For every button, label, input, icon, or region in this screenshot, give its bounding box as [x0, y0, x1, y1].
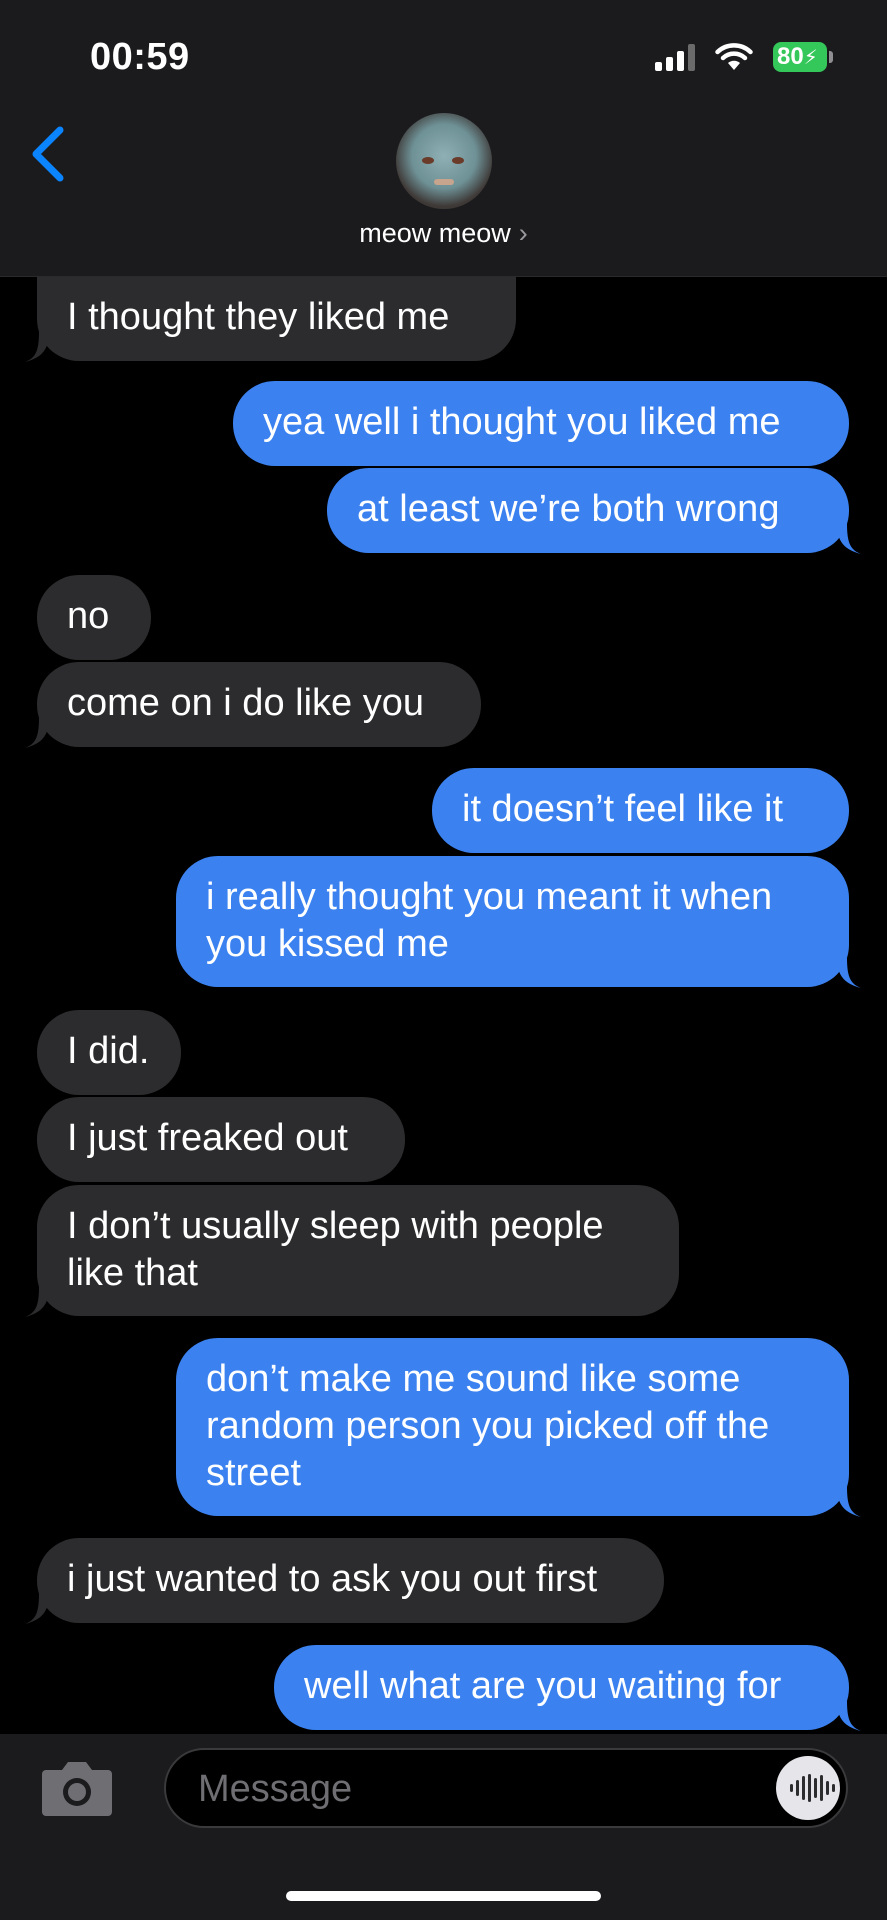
message-thread[interactable]: I thought they liked me yea well i thoug… — [0, 276, 887, 1734]
incoming-message[interactable]: I thought they liked me — [25, 276, 516, 362]
message-text: I don’t usually sleep with people like t… — [67, 1205, 604, 1294]
chevron-right-icon: › — [518, 218, 528, 248]
message-text: come on i do like you — [67, 682, 424, 724]
outgoing-message[interactable]: don’t make me sound like some random per… — [176, 1338, 861, 1517]
message-text: don’t make me sound like some random per… — [206, 1358, 770, 1494]
outgoing-message[interactable]: it doesn’t feel like it — [432, 768, 849, 853]
message-text: no — [67, 595, 110, 637]
message-text: I thought they liked me — [67, 296, 450, 338]
battery-level: 80 — [777, 43, 804, 70]
outgoing-message[interactable]: at least we’re both wrong — [327, 468, 861, 554]
incoming-message[interactable]: I just freaked out — [37, 1097, 405, 1182]
message-text: it doesn’t feel like it — [462, 788, 784, 830]
incoming-message[interactable]: I don’t usually sleep with people like t… — [25, 1185, 679, 1317]
message-text: well what are you waiting for — [304, 1665, 782, 1707]
home-indicator — [286, 1891, 601, 1901]
status-icons: 80⚡ — [655, 42, 833, 72]
outgoing-message[interactable]: well what are you waiting for — [274, 1645, 861, 1731]
message-input-container[interactable] — [164, 1748, 848, 1828]
message-text: I just freaked out — [67, 1117, 348, 1159]
cellular-signal-icon — [655, 43, 695, 71]
message-text: i just wanted to ask you out first — [67, 1558, 598, 1600]
status-time: 00:59 — [90, 36, 190, 78]
audio-message-icon[interactable] — [776, 1756, 840, 1820]
message-text: at least we’re both wrong — [357, 488, 780, 530]
contact-avatar[interactable] — [396, 113, 492, 209]
camera-icon[interactable] — [40, 1758, 114, 1818]
incoming-message[interactable]: come on i do like you — [25, 662, 481, 748]
composer-bar — [0, 1734, 887, 1920]
outgoing-message[interactable]: yea well i thought you liked me — [233, 381, 849, 466]
incoming-message[interactable]: no — [37, 575, 151, 660]
battery-icon: 80⚡ — [773, 42, 833, 72]
conversation-header: 00:59 80⚡ meow meow › — [0, 0, 887, 277]
back-chevron-icon[interactable] — [24, 124, 74, 184]
contact-name: meow meow — [359, 218, 511, 248]
incoming-message[interactable]: i just wanted to ask you out first — [25, 1538, 664, 1624]
wifi-icon — [715, 43, 753, 70]
message-input[interactable] — [196, 1750, 780, 1828]
message-text: i really thought you meant it when you k… — [206, 876, 773, 965]
contact-name-button[interactable]: meow meow › — [0, 218, 887, 249]
message-text: yea well i thought you liked me — [263, 401, 781, 443]
incoming-message[interactable]: I did. — [37, 1010, 181, 1095]
outgoing-message[interactable]: i really thought you meant it when you k… — [176, 856, 861, 988]
message-text: I did. — [67, 1030, 150, 1072]
charging-bolt-icon: ⚡ — [803, 47, 818, 69]
